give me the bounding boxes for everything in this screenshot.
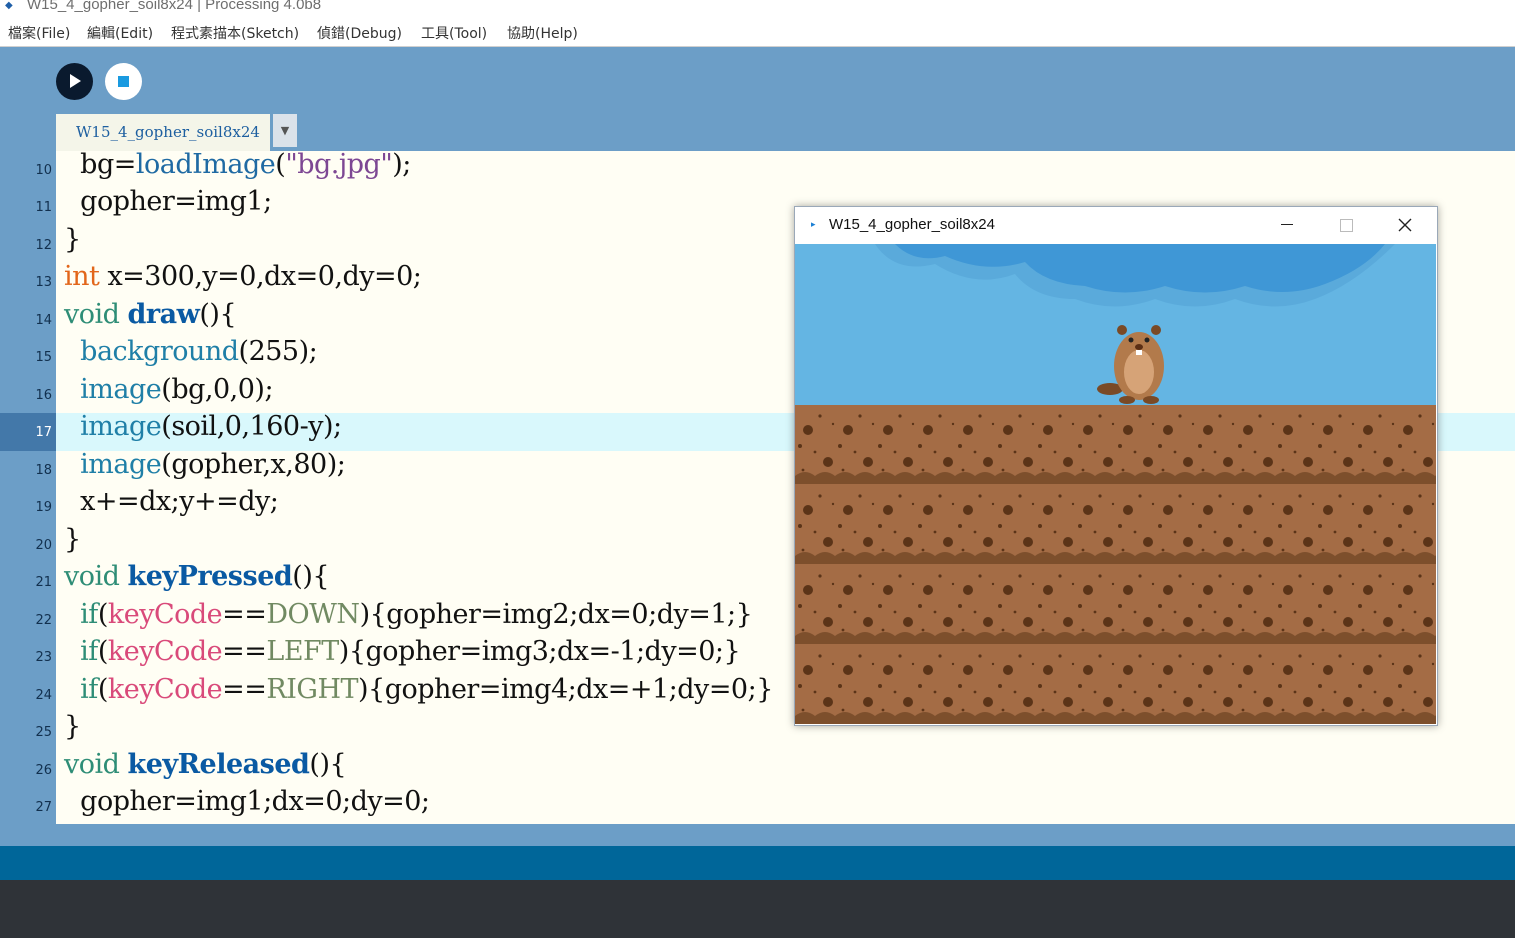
code-line: if(keyCode==DOWN){gopher=img2;dx=0;dy=1;…: [80, 599, 753, 630]
app-titlebar: ◆ W15_4_gopher_soil8x24 | Processing 4.0…: [0, 0, 1515, 18]
play-icon: [70, 74, 81, 88]
code-line: int x=300,y=0,dx=0,dy=0;: [64, 261, 422, 292]
sketch-app-icon: ▸: [811, 220, 816, 230]
code-line: if(keyCode==LEFT){gopher=img3;dx=-1;dy=0…: [80, 636, 741, 667]
line-number: 10: [35, 163, 52, 178]
sketch-titlebar[interactable]: ▸ W15_4_gopher_soil8x24: [795, 207, 1437, 244]
line-number: 22: [35, 613, 52, 628]
code-line: }: [64, 711, 81, 742]
code-line: void draw(){: [64, 299, 237, 330]
close-icon[interactable]: [1396, 216, 1414, 234]
line-number: 14: [35, 313, 52, 328]
code-line: if(keyCode==RIGHT){gopher=img4;dx=+1;dy=…: [80, 674, 773, 705]
horizontal-scroll-area[interactable]: [0, 824, 1515, 846]
line-number: 25: [35, 725, 52, 740]
line-number: 19: [35, 500, 52, 515]
chevron-down-icon: ▼: [280, 124, 290, 137]
menu-debug[interactable]: 偵錯(Debug): [317, 23, 402, 43]
code-line: image(gopher,x,80);: [80, 449, 346, 480]
line-number: 27: [35, 800, 52, 815]
sketch-window: ▸ W15_4_gopher_soil8x24: [794, 206, 1438, 726]
line-number: 21: [35, 575, 52, 590]
code-line: image(soil,0,160-y);: [80, 411, 342, 442]
line-number: 15: [35, 350, 52, 365]
soil-tiles: [795, 405, 1436, 724]
code-line: bg=loadImage("bg.jpg");: [64, 149, 411, 180]
menu-help[interactable]: 協助(Help): [507, 23, 578, 43]
processing-app-icon: ◆: [5, 0, 13, 11]
code-line: gopher=img1;dx=0;dy=0;: [64, 786, 430, 817]
menu-tool[interactable]: 工具(Tool): [421, 23, 487, 43]
tab-label: W15_4_gopher_soil8x24: [76, 123, 260, 141]
line-number: 20: [35, 538, 52, 553]
line-number: 12: [35, 238, 52, 253]
line-number: 18: [35, 463, 52, 478]
code-line: }: [64, 224, 81, 255]
code-line: x+=dx;y+=dy;: [64, 486, 279, 517]
code-line: image(bg,0,0);: [80, 374, 274, 405]
stop-button[interactable]: [105, 63, 142, 100]
game-scene: [795, 244, 1436, 724]
code-line: }: [64, 524, 81, 555]
console-area: [0, 880, 1515, 938]
minimize-icon[interactable]: [1281, 224, 1293, 225]
menu-file[interactable]: 檔案(File): [8, 23, 70, 43]
window-title: W15_4_gopher_soil8x24 | Processing 4.0b8: [27, 0, 322, 13]
menu-edit[interactable]: 編輯(Edit): [87, 23, 153, 43]
sketch-canvas[interactable]: [795, 244, 1436, 724]
menu-bar: 檔案(File) 編輯(Edit) 程式素描本(Sketch) 偵錯(Debug…: [0, 18, 1515, 47]
line-number: 13: [35, 275, 52, 290]
code-line: void keyPressed(){: [64, 561, 330, 592]
tab-sketch[interactable]: W15_4_gopher_soil8x24: [56, 114, 270, 151]
toolbar: W15_4_gopher_soil8x24 ▼: [0, 47, 1515, 151]
line-number: 11: [35, 200, 52, 215]
tab-menu-button[interactable]: ▼: [273, 114, 297, 147]
line-number: 16: [35, 388, 52, 403]
line-number: 17: [35, 425, 52, 440]
line-number: 24: [35, 688, 52, 703]
line-number: 23: [35, 650, 52, 665]
stop-icon: [118, 76, 129, 87]
run-button[interactable]: [56, 63, 93, 100]
code-line: gopher=img1;: [64, 186, 272, 217]
line-number: 26: [35, 763, 52, 778]
code-line: void keyReleased(){: [64, 749, 347, 780]
sketch-window-title: W15_4_gopher_soil8x24: [829, 216, 995, 233]
status-bar: [0, 846, 1515, 880]
code-line: background(255);: [80, 336, 318, 367]
menu-sketch[interactable]: 程式素描本(Sketch): [171, 23, 299, 43]
maximize-icon[interactable]: [1340, 219, 1353, 232]
